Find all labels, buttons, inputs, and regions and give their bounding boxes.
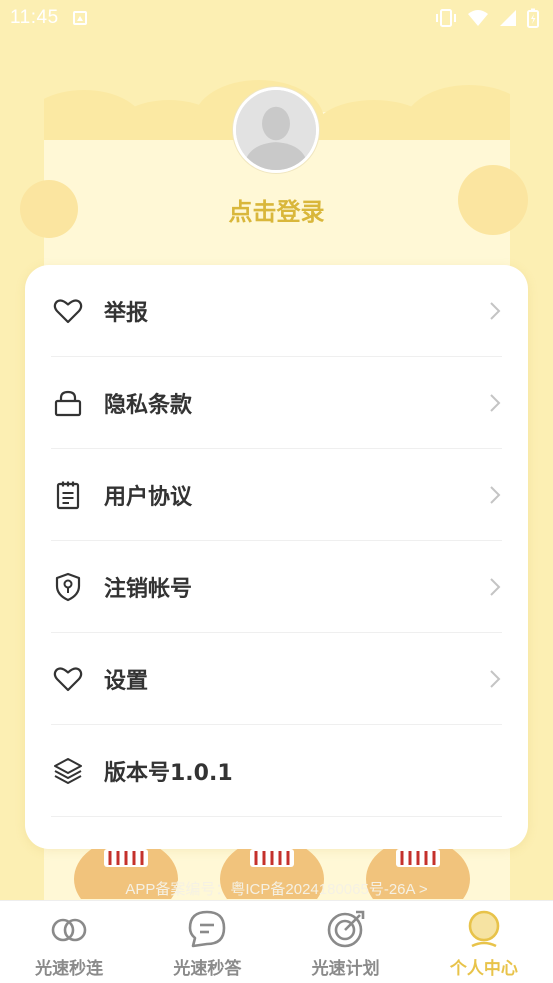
- menu-item-label: 隐私条款: [104, 392, 193, 418]
- beian-link[interactable]: APP备案编号：粤ICP备2024180065号-26A >: [0, 878, 553, 899]
- status-time: 11:45: [10, 7, 59, 28]
- menu-item-version: 版本号1.0.1: [51, 725, 502, 817]
- chevron-right-icon: [488, 393, 502, 413]
- menu-item-label: 用户协议: [104, 484, 193, 510]
- tab-label: 光速秒连: [35, 959, 104, 979]
- status-bar: 11:45: [0, 0, 553, 36]
- tab-bar: 光速秒连 光速秒答 光速计划 个人中心: [0, 900, 553, 983]
- login-link[interactable]: 点击登录: [0, 192, 553, 227]
- signal-icon: [500, 10, 516, 26]
- tab-label: 光速秒答: [173, 959, 242, 979]
- menu-item-privacy[interactable]: 隐私条款: [51, 357, 502, 449]
- heart-icon: [51, 662, 85, 696]
- menu-item-report[interactable]: 举报: [51, 265, 502, 357]
- clipboard-icon: [51, 478, 85, 512]
- tab-speed-connect[interactable]: 光速秒连: [0, 901, 138, 983]
- avatar[interactable]: [233, 87, 319, 173]
- vibrate-icon: [436, 9, 456, 27]
- chevron-right-icon: [488, 485, 502, 505]
- wifi-icon: [468, 10, 488, 26]
- battery-icon: [527, 8, 539, 28]
- tab-label: 光速计划: [311, 959, 380, 979]
- tab-label: 个人中心: [449, 959, 518, 979]
- tab-speed-answer[interactable]: 光速秒答: [138, 901, 276, 983]
- chevron-right-icon: [488, 577, 502, 597]
- notification-icon: [72, 11, 87, 25]
- default-user-icon: [236, 90, 316, 170]
- menu-item-user-agreement[interactable]: 用户协议: [51, 449, 502, 541]
- target-icon: [326, 909, 366, 949]
- layers-icon: [51, 754, 85, 788]
- heart-icon: [51, 294, 85, 328]
- tab-speed-plan[interactable]: 光速计划: [277, 901, 415, 983]
- menu-item-label: 举报: [104, 300, 149, 326]
- menu-item-label: 注销帐号: [104, 576, 193, 602]
- shield-key-icon: [51, 570, 85, 604]
- link-rings-icon: [49, 909, 89, 949]
- chevron-right-icon: [488, 301, 502, 321]
- menu-card: 举报 隐私条款 用户协议 注销帐号 设置 版本号1.0.1: [25, 265, 528, 849]
- menu-item-settings[interactable]: 设置: [51, 633, 502, 725]
- lock-icon: [51, 386, 85, 420]
- version-label: 版本号1.0.1: [104, 760, 233, 786]
- tab-profile[interactable]: 个人中心: [415, 901, 553, 983]
- chevron-right-icon: [488, 669, 502, 689]
- menu-item-delete-account[interactable]: 注销帐号: [51, 541, 502, 633]
- profile-icon: [464, 909, 504, 949]
- menu-item-label: 设置: [104, 668, 149, 694]
- chat-bubble-icon: [187, 909, 227, 949]
